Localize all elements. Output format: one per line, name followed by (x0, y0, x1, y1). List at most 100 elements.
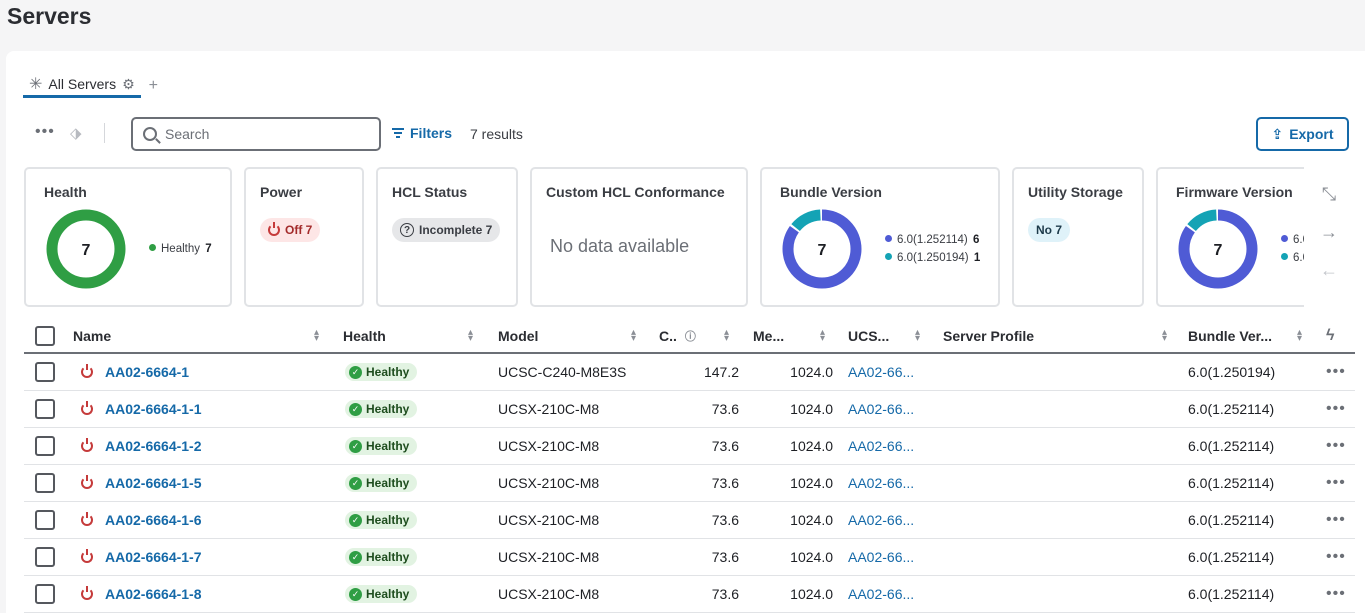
power-off-pill[interactable]: Off 7 (260, 218, 321, 242)
more-actions-icon[interactable]: ••• (35, 123, 55, 141)
sort-icon[interactable]: ▴ ▾ (631, 328, 636, 344)
ucs-link[interactable]: AA02-66... (848, 512, 914, 528)
firmware-version-widget[interactable]: Firmware Version 7 6.0(1.252114) 6 6.0(1… (1156, 167, 1304, 307)
health-badge: ✓ Healthy (345, 400, 418, 418)
row-more-icon[interactable]: ••• (1326, 585, 1346, 603)
table-row[interactable]: AA02-6664-1-2 ✓ Healthy UCSX-210C-M8 73.6… (24, 428, 1355, 465)
row-checkbox[interactable] (35, 547, 55, 567)
server-name-link[interactable]: AA02-6664-1-5 (105, 475, 202, 491)
legend-item[interactable]: 6.0(1.252114) 6 (1281, 231, 1304, 249)
row-more-icon[interactable]: ••• (1326, 548, 1346, 566)
utility-no-pill[interactable]: No 7 (1028, 218, 1071, 242)
server-name-link[interactable]: AA02-6664-1-7 (105, 549, 202, 565)
table-row[interactable]: AA02-6664-1-5 ✓ Healthy UCSX-210C-M8 73.6… (24, 465, 1355, 502)
header-ucs[interactable]: UCS... ▴ ▾ (848, 320, 920, 352)
ucs-link[interactable]: AA02-66... (848, 401, 914, 417)
header-server-profile[interactable]: Server Profile ▴ ▾ (943, 320, 1167, 352)
bundle-version-widget[interactable]: Bundle Version 7 6.0(1.252114) 6 6.0(1.2… (760, 167, 1000, 307)
row-checkbox[interactable] (35, 362, 55, 382)
table-row[interactable]: AA02-6664-1-6 ✓ Healthy UCSX-210C-M8 73.6… (24, 502, 1355, 539)
health-widget[interactable]: Health 7 Healthy 7 (24, 167, 232, 307)
table-row[interactable]: AA02-6664-1-1 ✓ Healthy UCSX-210C-M8 73.6… (24, 391, 1355, 428)
firmware-donut[interactable]: 7 (1176, 207, 1260, 291)
summary-widgets: Health 7 Healthy 7 Power Off 7 HCL Statu… (24, 167, 1304, 307)
server-name-link[interactable]: AA02-6664-1-1 (105, 401, 202, 417)
search-input[interactable] (165, 126, 365, 142)
row-checkbox-cell (35, 576, 59, 612)
legend-item[interactable]: Healthy 7 (149, 240, 212, 258)
bundle-version-cell: 6.0(1.252114) (1188, 586, 1275, 602)
health-label: Healthy (366, 550, 410, 564)
sort-icon[interactable]: ▴ ▾ (314, 328, 319, 344)
server-name-link[interactable]: AA02-6664-1-2 (105, 438, 202, 454)
server-name-link[interactable]: AA02-6664-1-6 (105, 512, 202, 528)
export-button[interactable]: ⇪ Export (1256, 117, 1349, 151)
row-checkbox-cell (35, 465, 59, 501)
row-more-icon[interactable]: ••• (1326, 437, 1346, 455)
info-icon[interactable]: ⓘ (685, 328, 696, 344)
asterisk-icon: ✳ (29, 76, 43, 93)
sort-icon[interactable]: ▴ ▾ (1297, 328, 1302, 344)
custom-hcl-widget[interactable]: Custom HCL Conformance No data available (530, 167, 748, 307)
sort-icon[interactable]: ▴ ▾ (724, 328, 729, 344)
table-row[interactable]: AA02-6664-1-8 ✓ Healthy UCSX-210C-M8 73.6… (24, 576, 1355, 613)
row-checkbox[interactable] (35, 473, 55, 493)
legend-item[interactable]: 6.0(1.252114) 6 (885, 231, 980, 249)
header-cpu[interactable]: C.. ⓘ ▴ ▾ (659, 320, 729, 352)
bundle-version-cell: 6.0(1.252114) (1188, 512, 1275, 528)
server-profile-cell (943, 391, 1167, 427)
table-row[interactable]: AA02-6664-1-7 ✓ Healthy UCSX-210C-M8 73.6… (24, 539, 1355, 576)
sort-icon[interactable]: ▴ ▾ (820, 328, 825, 344)
arrow-right-icon[interactable]: → (1318, 222, 1340, 260)
legend-item[interactable]: 6.0(1.250194) 1 (1281, 249, 1304, 267)
hcl-status-widget[interactable]: HCL Status ? Incomplete 7 (376, 167, 518, 307)
row-checkbox[interactable] (35, 399, 55, 419)
model-cell: UCSX-210C-M8 (498, 438, 600, 454)
row-more-icon[interactable]: ••• (1326, 474, 1346, 492)
select-all-checkbox[interactable] (35, 326, 55, 346)
row-more-icon[interactable]: ••• (1326, 511, 1346, 529)
table-row[interactable]: AA02-6664-1 ✓ Healthy UCSC-C240-M8E3S 147… (24, 354, 1355, 391)
header-health[interactable]: Health ▴ ▾ (343, 320, 473, 352)
lightning-icon[interactable]: ϟ (1326, 327, 1334, 345)
sort-icon[interactable]: ▴ ▾ (915, 328, 920, 344)
search-box[interactable] (131, 117, 381, 151)
add-tab-button[interactable]: + (149, 77, 158, 95)
health-donut[interactable]: 7 (44, 207, 128, 291)
server-profile-cell (943, 354, 1167, 390)
sort-icon[interactable]: ▴ ▾ (468, 328, 473, 344)
row-checkbox-cell (35, 502, 59, 538)
hcl-incomplete-pill[interactable]: ? Incomplete 7 (392, 218, 501, 242)
bundle-donut[interactable]: 7 (780, 207, 864, 291)
health-cell: ✓ Healthy (345, 502, 475, 538)
collapse-icon[interactable]: ⤡ (1318, 184, 1340, 222)
ucs-link[interactable]: AA02-66... (848, 438, 914, 454)
header-bundle-version[interactable]: Bundle Ver... ▴ ▾ (1188, 320, 1302, 352)
row-checkbox[interactable] (35, 436, 55, 456)
legend-item[interactable]: 6.0(1.250194) 1 (885, 249, 980, 267)
ucs-link[interactable]: AA02-66... (848, 586, 914, 602)
filters-button[interactable]: Filters (392, 125, 452, 141)
row-checkbox[interactable] (35, 584, 55, 604)
header-memory[interactable]: Me... ▴ ▾ (753, 320, 825, 352)
row-checkbox[interactable] (35, 510, 55, 530)
header-name[interactable]: Name ▴ ▾ (73, 320, 319, 352)
header-model[interactable]: Model ▴ ▾ (498, 320, 636, 352)
gear-icon[interactable]: ⚙ (122, 76, 135, 93)
ucs-link[interactable]: AA02-66... (848, 549, 914, 565)
utility-storage-widget[interactable]: Utility Storage No 7 (1012, 167, 1144, 307)
row-more-icon[interactable]: ••• (1326, 363, 1346, 381)
row-actions-cell: ••• (1326, 502, 1354, 538)
ucs-link[interactable]: AA02-66... (848, 475, 914, 491)
server-name-link[interactable]: AA02-6664-1 (105, 364, 189, 380)
health-cell: ✓ Healthy (345, 576, 475, 612)
tag-icon[interactable]: ⬗ (70, 124, 82, 142)
server-name-link[interactable]: AA02-6664-1-8 (105, 586, 202, 602)
sort-icon[interactable]: ▴ ▾ (1162, 328, 1167, 344)
bundle-version-cell: 6.0(1.252114) (1188, 475, 1275, 491)
arrow-left-icon[interactable]: ← (1318, 260, 1340, 298)
row-more-icon[interactable]: ••• (1326, 400, 1346, 418)
tab-all-servers[interactable]: ✳ All Servers ⚙ (23, 73, 141, 98)
ucs-link[interactable]: AA02-66... (848, 364, 914, 380)
power-widget[interactable]: Power Off 7 (244, 167, 364, 307)
